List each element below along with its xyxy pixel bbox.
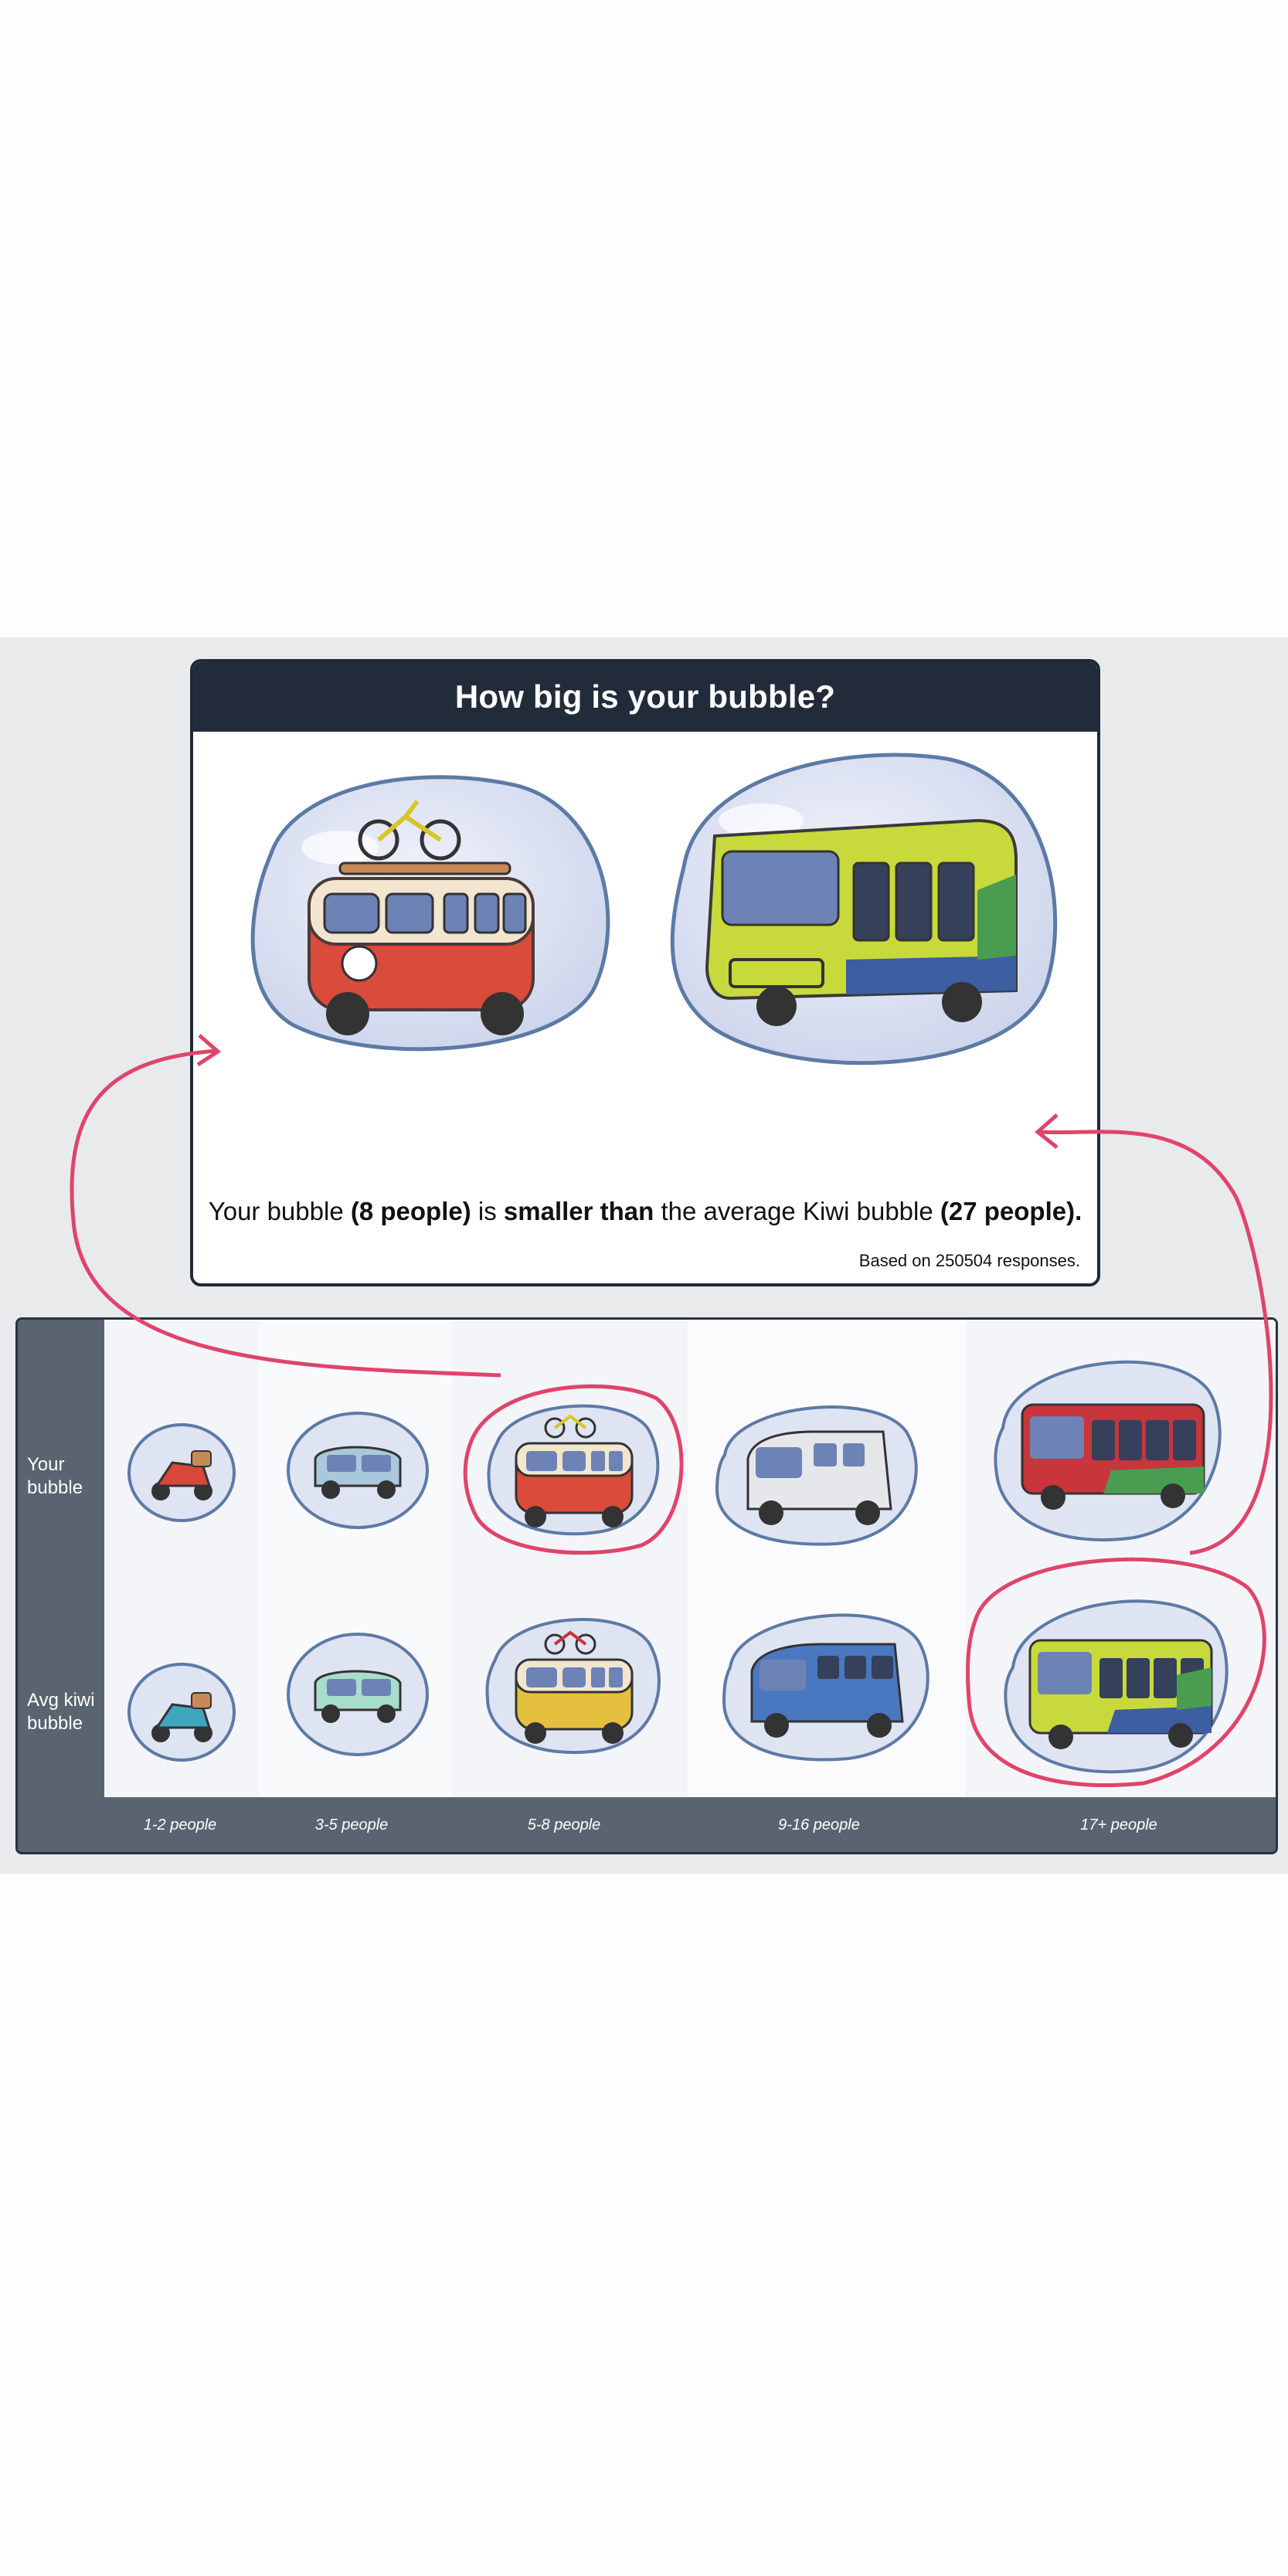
- column-label-9-16: 9-16 people: [778, 1816, 860, 1833]
- comparison-text: smaller than: [503, 1197, 654, 1225]
- minivan-icon: [722, 1613, 929, 1762]
- bus-icon: [670, 753, 1058, 1065]
- sentence-part-2: is: [471, 1197, 504, 1225]
- column-label-3-5: 3-5 people: [314, 1816, 389, 1833]
- row-label-your-bubble: Your bubble: [27, 1454, 83, 1498]
- column-label-17-plus: 17+ people: [1080, 1816, 1157, 1833]
- comparison-grid: Your bubble Avg kiwi bubble 1-2 people 3…: [15, 1317, 1278, 1854]
- scooter-icon: [127, 1663, 236, 1762]
- bus-icon: [1004, 1599, 1229, 1774]
- card-title: How big is your bubble?: [193, 662, 1097, 732]
- row-label-avg-bubble: Avg kiwi bubble: [27, 1690, 95, 1734]
- minivan-icon: [715, 1405, 918, 1546]
- scooter-icon: [127, 1423, 236, 1522]
- campervan-icon: [485, 1618, 661, 1755]
- sentence-part-1: Your bubble: [208, 1197, 351, 1225]
- bus-icon: [994, 1360, 1222, 1541]
- responses-note: Based on 250504 responses.: [858, 1251, 1080, 1270]
- avg-bubble-count: (27 people).: [940, 1197, 1082, 1225]
- column-label-5-8: 5-8 people: [527, 1816, 601, 1833]
- your-bubble-count: (8 people): [350, 1197, 471, 1225]
- car-icon: [287, 1412, 429, 1529]
- column-label-1-2: 1-2 people: [143, 1816, 217, 1833]
- result-sentence: Your bubble (8 people) is smaller than t…: [193, 1197, 1097, 1226]
- campervan-icon: [250, 775, 610, 1052]
- campervan-icon: [487, 1404, 660, 1536]
- sentence-part-3: the average Kiwi bubble: [654, 1197, 940, 1225]
- result-card: How big is your bubble? Your bubble (8 p…: [190, 659, 1100, 1286]
- car-icon: [287, 1633, 429, 1756]
